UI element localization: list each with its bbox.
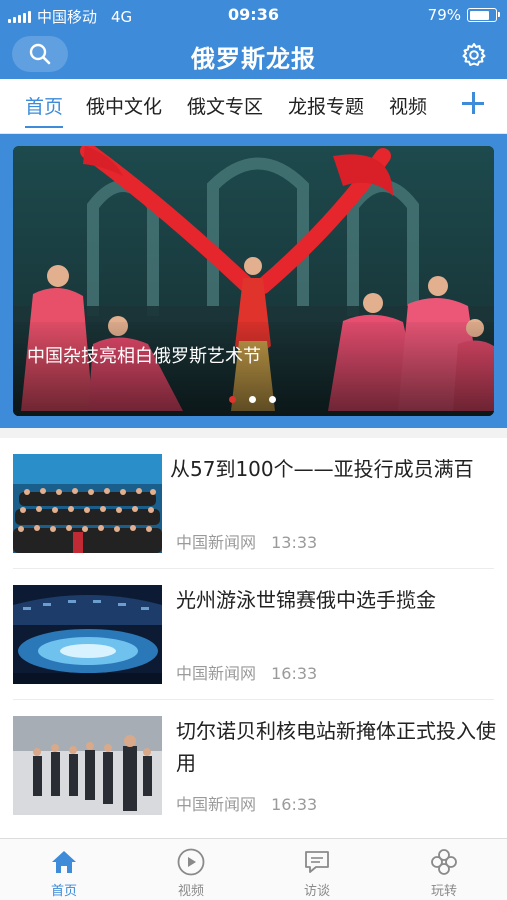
news-thumbnail — [13, 585, 162, 684]
banner-caption-area: 中国杂技亮相白俄罗斯艺术节 — [13, 322, 494, 416]
battery-percent: 79% — [427, 6, 461, 24]
bottom-nav: 首页 视频 访谈 玩转 — [0, 838, 507, 900]
tab-russian-zone[interactable]: 俄文专区 — [187, 92, 263, 119]
news-title: 光州游泳世锦赛俄中选手揽金 — [176, 588, 436, 612]
nav-label: 视频 — [177, 884, 204, 899]
play-icon — [177, 848, 205, 876]
carousel-indicator — [229, 396, 276, 403]
tab-russia-china-culture[interactable]: 俄中文化 — [86, 92, 162, 119]
carousel-dot[interactable] — [229, 396, 236, 403]
news-meta: 中国新闻网 13:33 — [176, 529, 317, 553]
list-item[interactable]: 光州游泳世锦赛俄中选手揽金 中国新闻网 16:33 — [0, 569, 507, 700]
banner-section: 中国杂技亮相白俄罗斯艺术节 — [0, 134, 507, 428]
app-header: 俄罗斯龙报 — [0, 30, 507, 79]
news-time: 16:33 — [271, 795, 318, 814]
nav-video[interactable]: 视频 — [151, 847, 231, 899]
add-tab-icon[interactable] — [461, 91, 485, 115]
news-meta: 中国新闻网 16:33 — [176, 791, 317, 815]
news-time: 16:33 — [271, 664, 318, 683]
list-item[interactable]: 从57到100个——亚投行成员满百 中国新闻网 13:33 — [0, 438, 507, 569]
news-source: 中国新闻网 — [176, 795, 257, 814]
news-thumbnail — [13, 454, 162, 553]
app-title: 俄罗斯龙报 — [191, 45, 316, 73]
news-title: 切尔诺贝利核电站新掩体正式投入使用 — [176, 719, 496, 775]
flower-icon — [431, 849, 457, 875]
nav-interview[interactable]: 访谈 — [277, 847, 357, 899]
news-meta: 中国新闻网 16:33 — [176, 660, 317, 684]
banner-carousel[interactable]: 中国杂技亮相白俄罗斯艺术节 — [13, 146, 494, 416]
chat-icon — [305, 851, 329, 873]
news-title: 从57到100个——亚投行成员满百 — [170, 457, 474, 481]
carousel-dot[interactable] — [269, 396, 276, 403]
tab-special-topics[interactable]: 龙报专题 — [288, 92, 364, 119]
nav-label: 访谈 — [303, 884, 330, 899]
gear-icon — [462, 43, 486, 66]
nav-label: 首页 — [50, 884, 77, 899]
tab-home[interactable]: 首页 — [25, 92, 64, 128]
battery-icon — [467, 8, 500, 22]
news-time: 13:33 — [271, 533, 318, 552]
top-bar: 中国移动 4G 09:36 79% 俄罗斯龙报 — [0, 0, 507, 79]
category-tabs: 首页 俄中文化 俄文专区 龙报专题 视频 — [0, 79, 507, 134]
settings-button[interactable] — [459, 40, 489, 70]
tab-video[interactable]: 视频 — [389, 92, 427, 119]
news-source: 中国新闻网 — [176, 664, 257, 683]
list-item[interactable]: 切尔诺贝利核电站新掩体正式投入使用 中国新闻网 16:33 — [0, 700, 507, 831]
nav-home[interactable]: 首页 — [24, 847, 104, 899]
carousel-dot[interactable] — [249, 396, 256, 403]
home-icon — [52, 851, 76, 873]
nav-play[interactable]: 玩转 — [404, 847, 484, 899]
news-thumbnail — [13, 716, 162, 815]
status-right: 79% — [427, 6, 500, 24]
news-source: 中国新闻网 — [176, 533, 257, 552]
nav-label: 玩转 — [430, 884, 457, 899]
news-list: 从57到100个——亚投行成员满百 中国新闻网 13:33 光州游泳世锦赛俄中选… — [0, 438, 507, 838]
status-bar: 中国移动 4G 09:36 79% — [0, 0, 507, 30]
banner-caption: 中国杂技亮相白俄罗斯艺术节 — [27, 346, 261, 367]
